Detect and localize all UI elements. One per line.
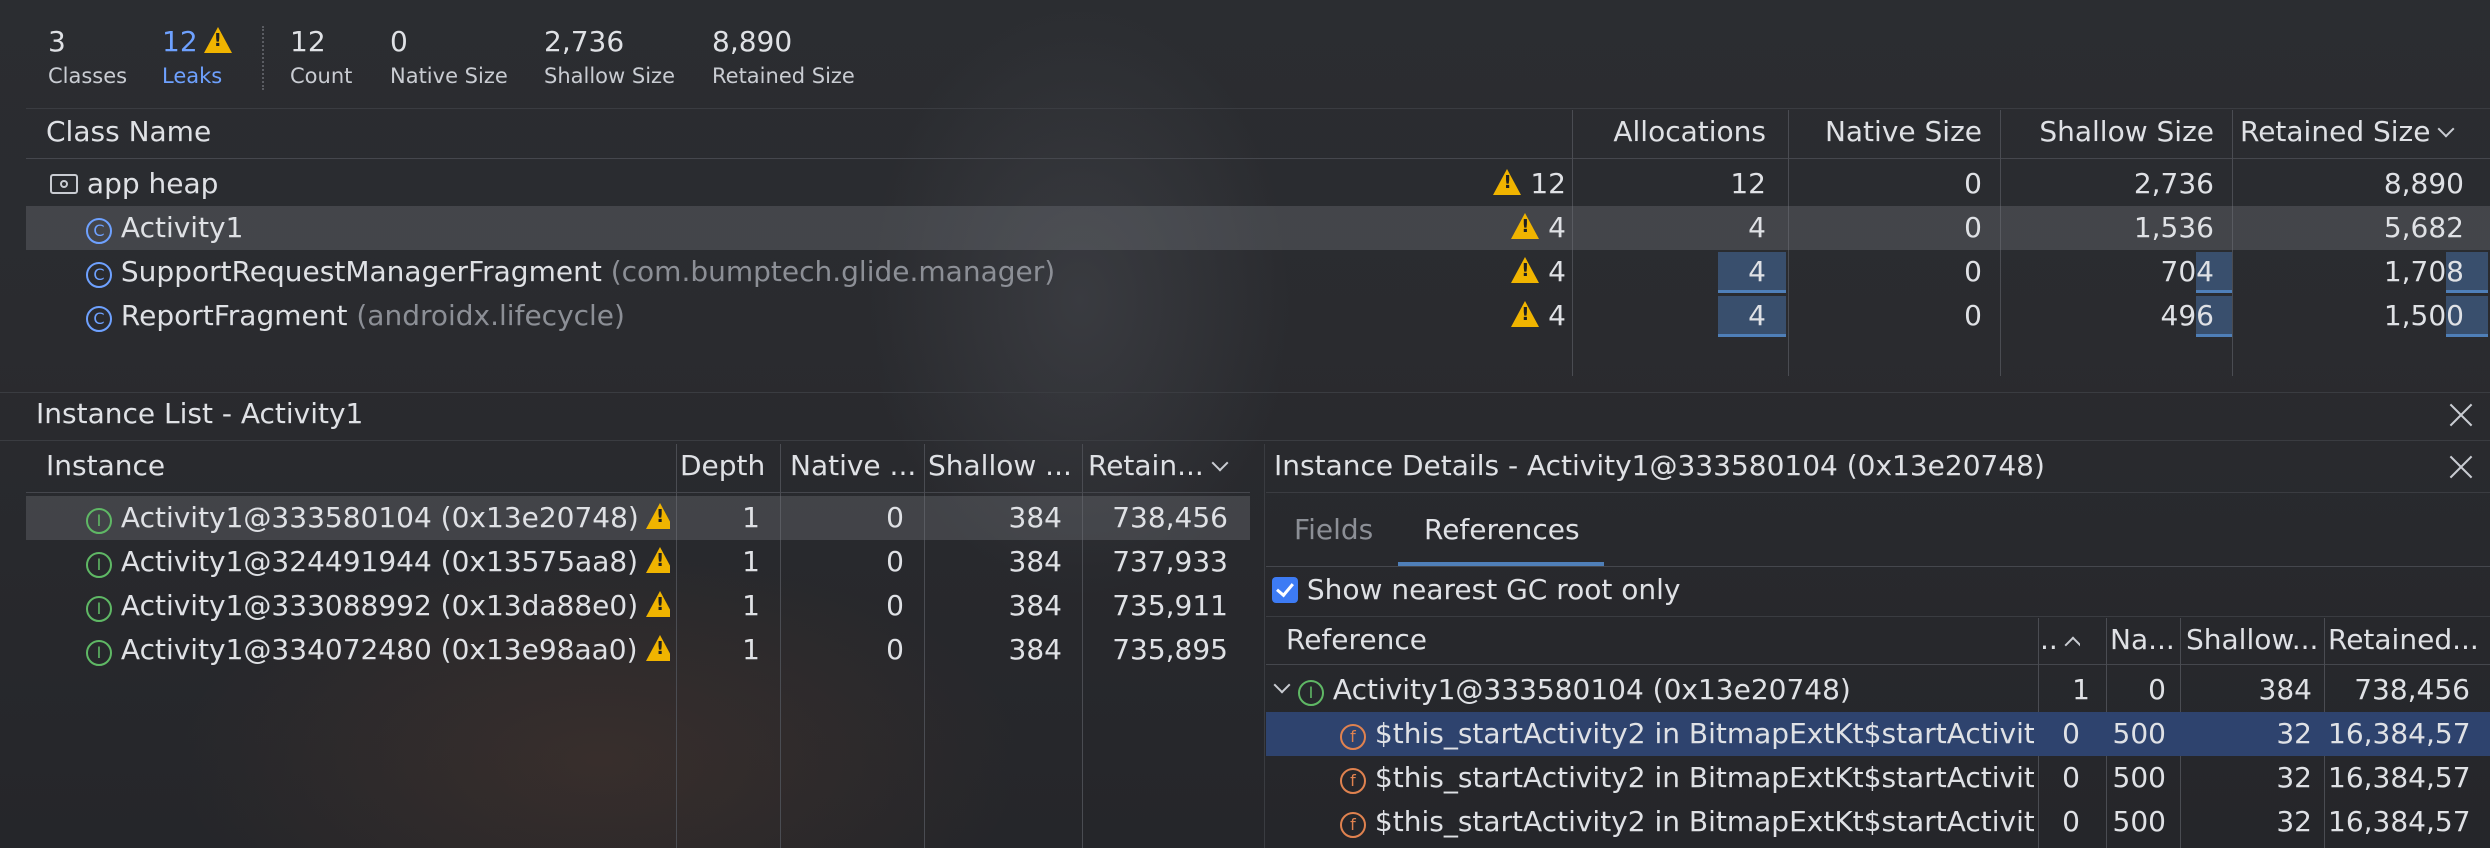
table-row[interactable]: C Activity1 4 4 0 1,536 5,682	[0, 206, 2490, 250]
sort-asc-icon	[2064, 636, 2080, 654]
reference-table-header: Reference .. Na... Shallow... Retained..…	[0, 618, 2490, 664]
col-shallow[interactable]: Shallow ...	[928, 444, 1078, 488]
class-icon: C	[86, 262, 112, 288]
instance-details-title: Instance Details - Activity1@333580104 (…	[1274, 449, 2045, 482]
col-class-name[interactable]: Class Name	[46, 110, 946, 154]
table-row[interactable]: C SupportRequestManagerFragment (com.bum…	[0, 250, 2490, 294]
stat-native-size: 0 Native Size	[390, 25, 508, 88]
col-instance[interactable]: Instance	[46, 444, 646, 488]
stat-retained-size: 8,890 Retained Size	[712, 25, 855, 88]
table-row[interactable]: app heap 12 12 0 2,736 8,890	[0, 162, 2490, 206]
warning-icon	[203, 27, 232, 53]
warning-icon	[1511, 257, 1540, 283]
instance-list-title: Instance List - Activity1	[36, 397, 364, 430]
sort-desc-icon	[2437, 120, 2455, 138]
col-ref-native[interactable]: Na...	[2110, 618, 2174, 662]
stat-shallow-size: 2,736 Shallow Size	[544, 25, 675, 88]
reference-root-row[interactable]: I Activity1@333580104 (0x13e20748) 1 0 3…	[0, 668, 2490, 712]
instance-icon: I	[1298, 680, 1324, 706]
col-ref-depth[interactable]: ..	[2040, 618, 2080, 662]
expand-icon[interactable]	[1273, 676, 1291, 694]
instance-icon: I	[86, 552, 112, 578]
table-row[interactable]: C ReportFragment (androidx.lifecycle) 4 …	[0, 294, 2490, 338]
field-icon: f	[1340, 724, 1366, 750]
col-reference[interactable]: Reference	[1286, 618, 1886, 662]
sort-desc-icon	[1211, 454, 1229, 472]
stat-classes: 3 Classes	[48, 25, 128, 88]
warning-icon	[1511, 301, 1540, 327]
reference-row[interactable]: f $this_startActivity2 in BitmapExtKt$st…	[0, 800, 2490, 844]
warning-icon	[646, 547, 670, 573]
tab-references[interactable]: References	[1424, 508, 1600, 552]
stat-leaks[interactable]: 12 Leaks	[162, 22, 232, 90]
col-ref-shallow[interactable]: Shallow...	[2186, 618, 2320, 662]
col-shallow-size[interactable]: Shallow Size	[2000, 110, 2214, 154]
col-allocations[interactable]: Allocations	[1580, 110, 1766, 154]
class-table-header: Class Name Allocations Native Size Shall…	[0, 110, 2490, 158]
gc-root-checkbox[interactable]	[1272, 577, 1298, 603]
reference-row[interactable]: f $this_startActivity2 in BitmapExtKt$st…	[0, 756, 2490, 800]
table-row[interactable]: I Activity1@324491944 (0x13575aa8) 1 0 3…	[0, 540, 2490, 584]
col-retained[interactable]: Retain...	[1088, 444, 1248, 488]
col-native-size[interactable]: Native Size	[1790, 110, 1982, 154]
col-ref-retained[interactable]: Retained...	[2328, 618, 2486, 662]
table-row[interactable]: I Activity1@333580104 (0x13e20748) 1 0 3…	[0, 496, 2490, 540]
class-icon: C	[86, 218, 112, 244]
field-icon: f	[1340, 812, 1366, 838]
warning-icon	[1511, 213, 1540, 239]
warning-icon	[646, 503, 670, 529]
heap-folder-icon	[50, 174, 78, 194]
col-native[interactable]: Native ...	[790, 444, 920, 488]
col-depth[interactable]: Depth	[680, 444, 776, 488]
warning-icon	[1493, 169, 1522, 195]
close-icon[interactable]	[2448, 402, 2474, 428]
class-icon: C	[86, 306, 112, 332]
instance-icon: I	[86, 508, 112, 534]
close-icon[interactable]	[2448, 454, 2474, 480]
col-retained-size[interactable]: Retained Size	[2240, 110, 2480, 154]
tab-fields[interactable]: Fields	[1294, 508, 1414, 552]
field-icon: f	[1340, 768, 1366, 794]
stat-count: 12 Count	[290, 25, 353, 88]
warning-icon	[646, 591, 670, 617]
reference-row[interactable]: f $this_startActivity2 in BitmapExtKt$st…	[0, 712, 2490, 756]
gc-root-option[interactable]: Show nearest GC root only	[1272, 568, 1872, 612]
